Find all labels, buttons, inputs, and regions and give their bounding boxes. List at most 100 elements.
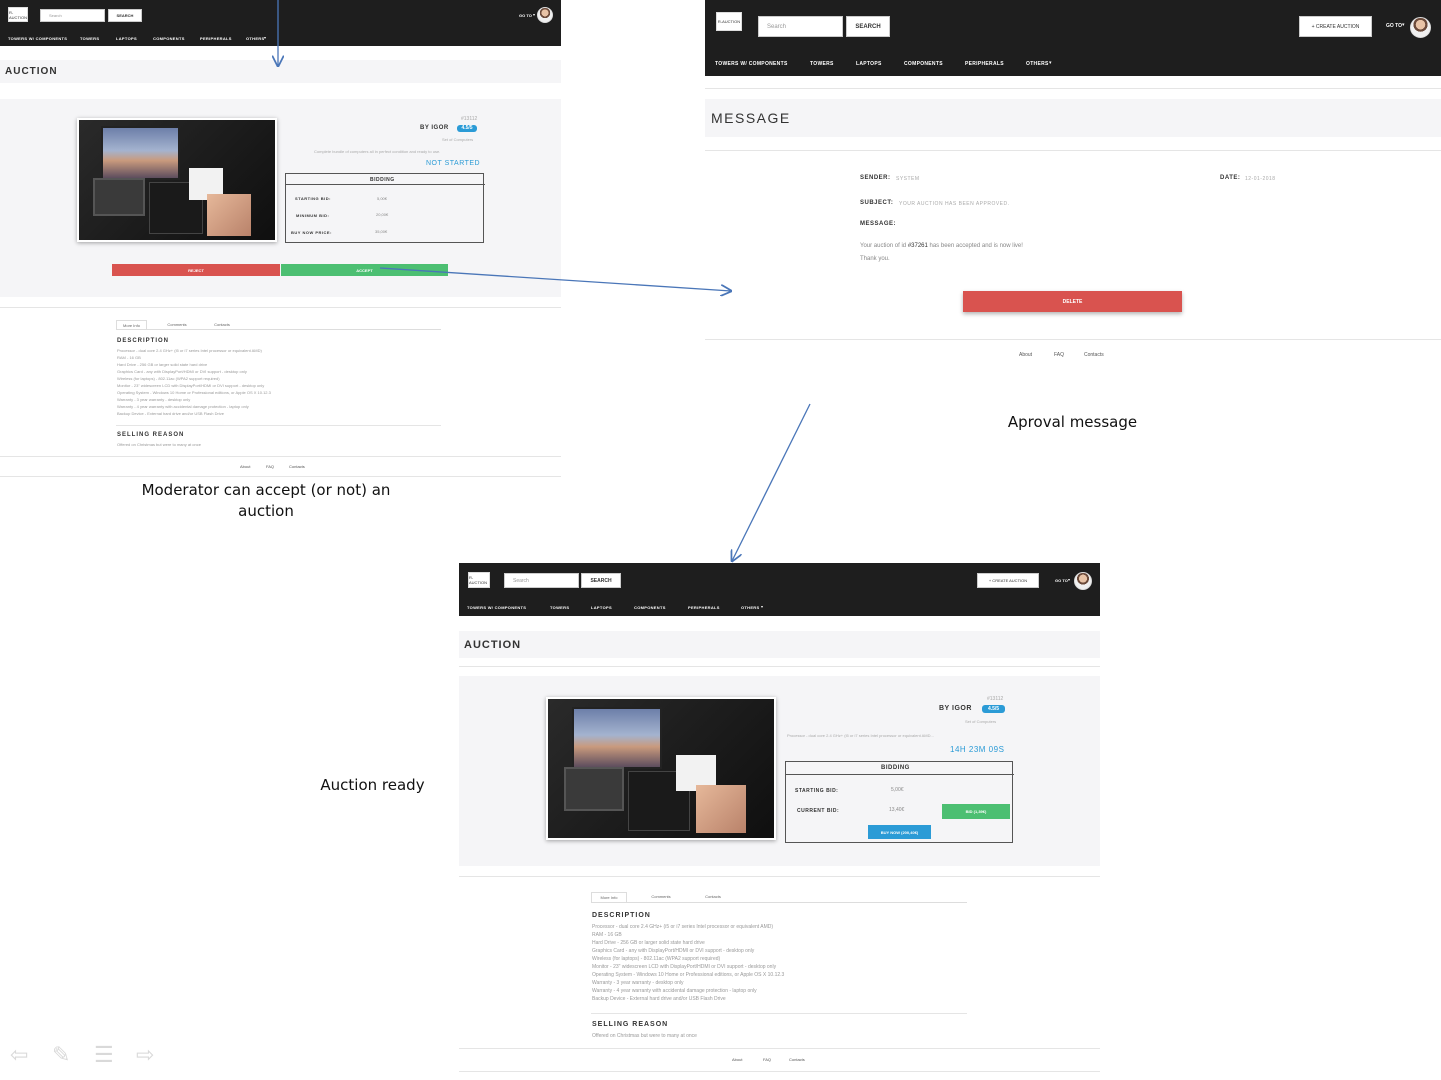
nav-towers[interactable]: TOWERS bbox=[80, 36, 99, 41]
search-button[interactable]: SEARCH bbox=[108, 9, 142, 22]
message-thanks: Thank you. bbox=[860, 256, 890, 262]
product-image[interactable] bbox=[546, 697, 776, 840]
search-button[interactable]: SEARCH bbox=[846, 16, 890, 37]
seller-rating-badge: 4.5/5 bbox=[982, 705, 1005, 713]
nav-peripherals[interactable]: PERIPHERALS bbox=[688, 605, 720, 610]
auction-summary: #13112 BY IGOR 4.5/5 Set of Computers Co… bbox=[0, 99, 561, 297]
description-line: Monitor - 23" widescreen LCD with Displa… bbox=[117, 383, 265, 388]
product-summary: Processor - dual core 2.4 GHz+ (i5 or i7… bbox=[787, 733, 934, 738]
nav-components[interactable]: COMPONENTS bbox=[634, 605, 666, 610]
footer-faq-link[interactable]: FAQ bbox=[266, 464, 274, 469]
navbar: R-AUCTION Search SEARCH GO TO ▾ TOWERS W… bbox=[0, 0, 561, 46]
buy-now-button[interactable]: BUY NOW (200,40€) bbox=[868, 825, 931, 839]
caption-ready: Auction ready bbox=[320, 776, 425, 794]
footer-about-link[interactable]: About bbox=[1019, 352, 1032, 358]
caret-down-icon: ▾ bbox=[761, 604, 764, 609]
footer-about-link[interactable]: About bbox=[732, 1057, 742, 1062]
tab-more-info[interactable]: More Info bbox=[116, 320, 147, 329]
nav-components[interactable]: COMPONENTS bbox=[153, 36, 185, 41]
nav-others[interactable]: OTHERS bbox=[1026, 61, 1049, 67]
bid-button[interactable]: BID (1,39€) bbox=[942, 804, 1010, 819]
nav-laptops[interactable]: LAPTOPS bbox=[591, 605, 612, 610]
message-body: Your auction of id #37261 has been accep… bbox=[860, 243, 1023, 249]
bidding-box: BIDDING STARTING BID: 5,00€ CURRENT BID:… bbox=[785, 761, 1014, 843]
tab-more-info[interactable]: More Info bbox=[591, 892, 627, 902]
user-avatar[interactable] bbox=[537, 7, 553, 23]
nav-towers[interactable]: TOWERS bbox=[810, 61, 834, 67]
nav-others[interactable]: OTHERS bbox=[246, 36, 264, 41]
page-title: AUCTION bbox=[459, 631, 1100, 658]
site-logo[interactable]: R-AUCTION bbox=[468, 572, 490, 588]
footer-about-link[interactable]: About bbox=[240, 464, 250, 469]
tab-contacts[interactable]: Contacts bbox=[207, 320, 237, 329]
go-to-menu[interactable]: GO TO bbox=[1055, 578, 1068, 583]
description-line: Hard Drive - 256 GB or larger solid stat… bbox=[592, 940, 705, 946]
menu-icon[interactable]: ☰ bbox=[94, 1044, 114, 1066]
tab-comments[interactable]: Comments bbox=[643, 892, 679, 902]
caret-down-icon: ▾ bbox=[264, 35, 267, 40]
description-line: RAM - 16 GB bbox=[117, 355, 141, 360]
user-avatar[interactable] bbox=[1074, 572, 1092, 590]
create-auction-button[interactable]: + CREATE AUCTION bbox=[1299, 16, 1372, 37]
footer-faq-link[interactable]: FAQ bbox=[763, 1057, 771, 1062]
delete-button[interactable]: DELETE bbox=[963, 291, 1182, 312]
nav-towers-components[interactable]: TOWERS W/ COMPONENTS bbox=[467, 605, 526, 610]
nav-peripherals[interactable]: PERIPHERALS bbox=[200, 36, 232, 41]
message-body-prefix: Your auction of id bbox=[860, 243, 908, 249]
nav-others[interactable]: OTHERS bbox=[741, 605, 759, 610]
logo-text: R-AUCTION bbox=[469, 575, 487, 585]
nav-peripherals[interactable]: PERIPHERALS bbox=[965, 61, 1004, 67]
nav-laptops[interactable]: LAPTOPS bbox=[116, 36, 137, 41]
description-line: Backup Device - External hard drive and/… bbox=[117, 411, 224, 416]
pen-icon[interactable]: ✎ bbox=[52, 1044, 70, 1066]
seller-name[interactable]: BY IGOR bbox=[420, 125, 449, 131]
site-logo[interactable]: R-AUCTION bbox=[8, 7, 28, 22]
tab-contacts[interactable]: Contacts bbox=[696, 892, 730, 902]
description-line: Graphics Card - any with DisplayPort/HDM… bbox=[117, 369, 247, 374]
footer-contacts-link[interactable]: Contacts bbox=[1084, 352, 1104, 358]
current-bid-value: 13,40€ bbox=[889, 807, 905, 813]
product-image[interactable] bbox=[77, 118, 277, 242]
tab-comments[interactable]: Comments bbox=[161, 320, 193, 329]
search-input[interactable]: Search bbox=[504, 573, 579, 588]
description-title: DESCRIPTION bbox=[592, 912, 651, 919]
description-line: Operating System - Windows 10 Home or Pr… bbox=[592, 972, 785, 978]
go-to-menu[interactable]: GO TO bbox=[519, 13, 532, 18]
nav-towers[interactable]: TOWERS bbox=[550, 605, 569, 610]
subject-label: SUBJECT: bbox=[860, 200, 894, 206]
user-avatar[interactable] bbox=[1410, 17, 1431, 38]
seller-name[interactable]: BY IGOR bbox=[939, 705, 972, 712]
create-auction-button[interactable]: + CREATE AUCTION bbox=[977, 573, 1039, 588]
footer-contacts-link[interactable]: Contacts bbox=[789, 1057, 805, 1062]
bidding-title: BIDDING bbox=[881, 765, 910, 771]
description-line: Graphics Card - any with DisplayPort/HDM… bbox=[592, 948, 755, 954]
accept-button[interactable]: ACCEPT bbox=[281, 264, 448, 276]
arrow-message-to-ready bbox=[732, 403, 811, 561]
arrow-left-icon[interactable]: ⇦ bbox=[10, 1044, 28, 1066]
nav-components[interactable]: COMPONENTS bbox=[904, 61, 943, 67]
search-input[interactable]: Search bbox=[40, 9, 105, 22]
footer-contacts-link[interactable]: Contacts bbox=[289, 464, 305, 469]
description-title: DESCRIPTION bbox=[117, 338, 170, 344]
caret-down-icon: ▾ bbox=[1049, 60, 1052, 66]
reject-button[interactable]: REJECT bbox=[112, 264, 280, 276]
selling-reason-text: Offered on Christmas but were to many at… bbox=[117, 442, 201, 447]
selling-reason-title: SELLING REASON bbox=[592, 1021, 669, 1028]
search-input[interactable]: Search bbox=[758, 16, 843, 37]
nav-laptops[interactable]: LAPTOPS bbox=[856, 61, 882, 67]
footer-faq-link[interactable]: FAQ bbox=[1054, 352, 1064, 358]
logo-text: R-AUCTION bbox=[9, 9, 27, 20]
site-logo[interactable]: R-AUCTION bbox=[716, 12, 742, 31]
go-to-menu[interactable]: GO TO bbox=[1386, 23, 1402, 29]
moderator-auction-screenshot: R-AUCTION Search SEARCH GO TO ▾ TOWERS W… bbox=[0, 0, 561, 478]
sender-label: SENDER: bbox=[860, 175, 891, 181]
search-button[interactable]: SEARCH bbox=[581, 573, 621, 588]
minimum-bid-label: MINIMUM BID: bbox=[296, 213, 330, 218]
buy-now-price-value: 35,00€ bbox=[375, 229, 388, 234]
description-line: Warranty - 4 year warranty with accident… bbox=[117, 404, 249, 409]
auction-ready-screenshot: R-AUCTION Search SEARCH + CREATE AUCTION… bbox=[459, 563, 1100, 1080]
nav-towers-components[interactable]: TOWERS W/ COMPONENTS bbox=[715, 61, 788, 67]
arrow-right-icon[interactable]: ⇨ bbox=[136, 1044, 154, 1066]
nav-towers-components[interactable]: TOWERS W/ COMPONENTS bbox=[8, 36, 67, 41]
description-line: RAM - 16 GB bbox=[592, 932, 622, 938]
